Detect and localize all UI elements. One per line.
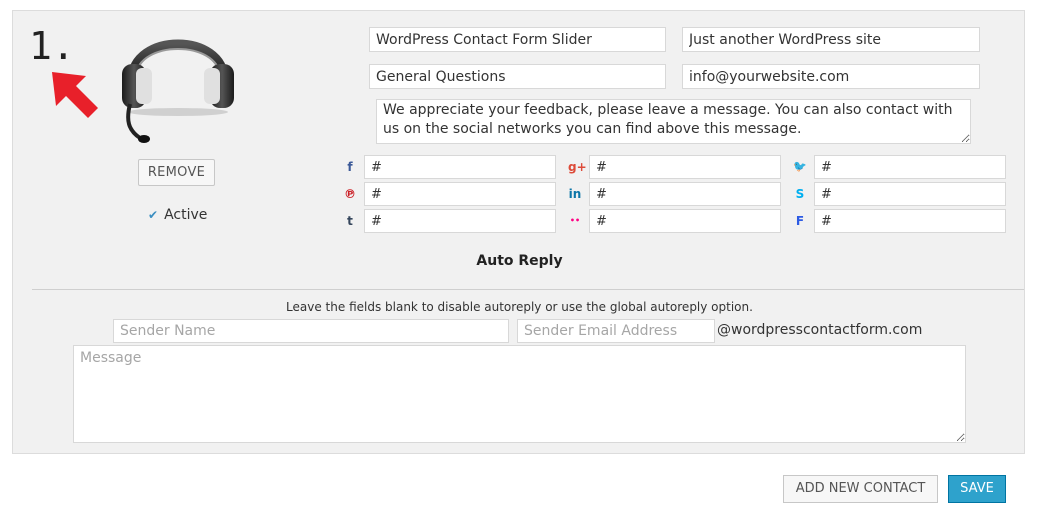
foursquare-url-input[interactable] <box>814 209 1006 233</box>
linkedin-icon: in <box>568 187 582 201</box>
pinterest-url-input[interactable] <box>364 182 556 206</box>
facebook-url-input[interactable] <box>364 155 556 179</box>
add-new-contact-button[interactable]: ADD NEW CONTACT <box>783 475 938 503</box>
auto-reply-hint: Leave the fields blank to disable autore… <box>286 300 753 314</box>
pinterest-icon: ℗ <box>344 187 356 201</box>
skype-icon: S <box>795 187 805 201</box>
email-domain-suffix: @wordpresscontactform.com <box>717 322 923 338</box>
step-number: 1. <box>29 24 75 68</box>
section-divider <box>32 289 1024 290</box>
sender-name-input[interactable] <box>113 319 509 343</box>
intro-message-textarea[interactable]: We appreciate your feedback, please leav… <box>376 99 971 144</box>
auto-reply-message-textarea[interactable] <box>73 345 966 443</box>
flickr-icon: •• <box>569 216 581 225</box>
tumblr-url-input[interactable] <box>364 209 556 233</box>
form-title-input[interactable] <box>369 27 666 52</box>
facebook-icon: f <box>347 160 353 174</box>
site-tagline-input[interactable] <box>682 27 980 52</box>
headset-avatar <box>122 39 234 143</box>
flickr-url-input[interactable] <box>589 209 781 233</box>
foursquare-icon: F <box>795 214 805 228</box>
google-plus-icon: g+ <box>568 160 587 174</box>
auto-reply-title: Auto Reply <box>476 253 563 269</box>
subject-input[interactable] <box>369 64 666 89</box>
checkmark-icon: ✔ <box>148 208 159 222</box>
tumblr-icon: t <box>347 214 353 228</box>
linkedin-url-input[interactable] <box>589 182 781 206</box>
email-input[interactable] <box>682 64 980 89</box>
twitter-url-input[interactable] <box>814 155 1006 179</box>
save-button[interactable]: SAVE <box>948 475 1006 503</box>
twitter-icon: 🐦 <box>793 160 807 173</box>
sender-email-input[interactable] <box>517 319 715 343</box>
remove-button[interactable]: REMOVE <box>138 159 215 186</box>
active-label: Active <box>164 207 208 223</box>
skype-url-input[interactable] <box>814 182 1006 206</box>
active-checkbox[interactable]: ✔ Active <box>148 207 207 223</box>
google-plus-url-input[interactable] <box>589 155 781 179</box>
pointer-arrow-icon <box>52 72 98 118</box>
